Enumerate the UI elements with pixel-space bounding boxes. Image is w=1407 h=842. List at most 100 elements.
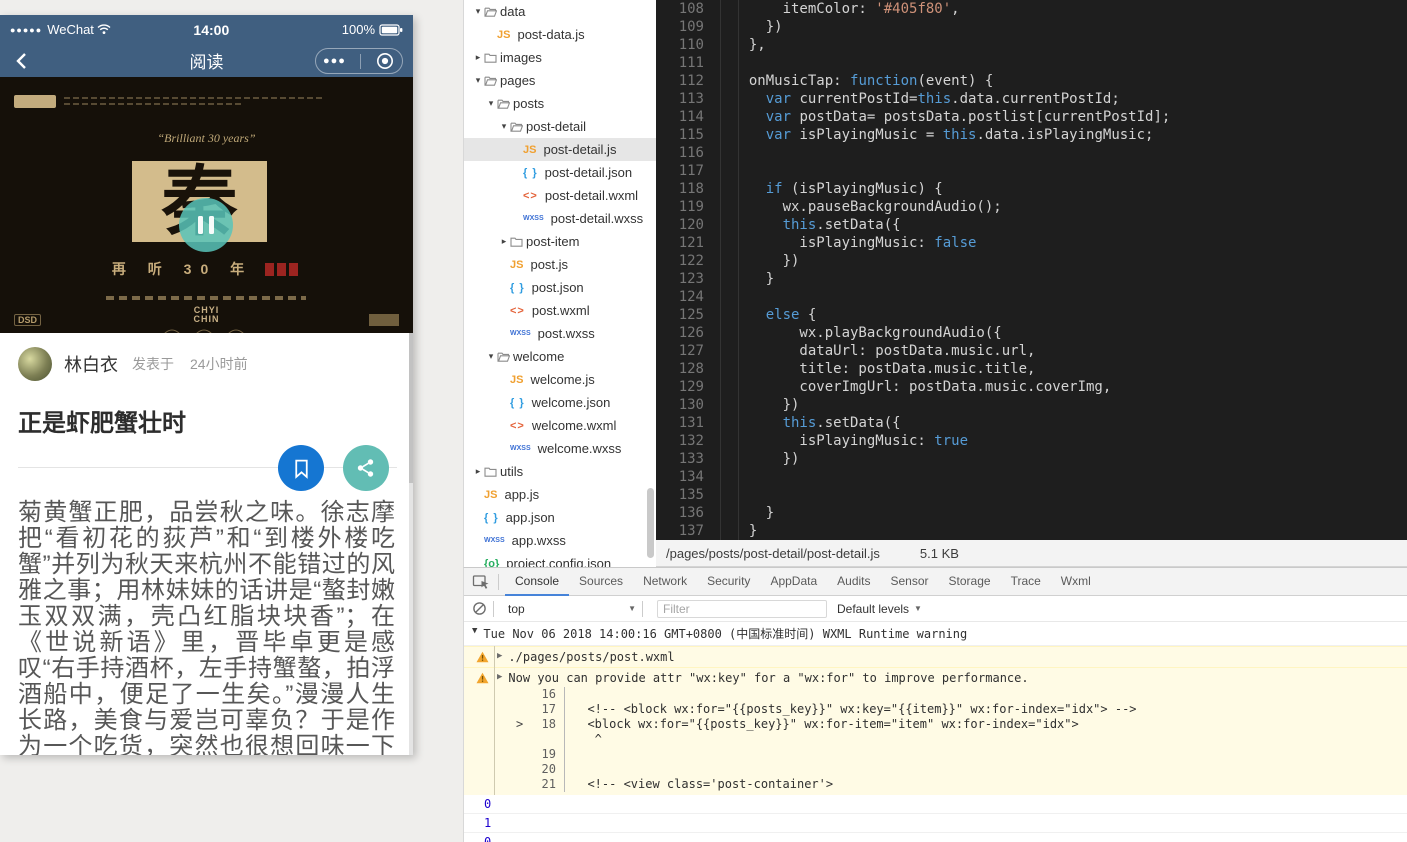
tree-file-app.js[interactable]: JS app.js: [464, 483, 656, 506]
excerpt-line: 17 <!-- <block wx:for="{{posts_key}}" wx…: [541, 702, 1137, 717]
json-file-icon: { }: [523, 166, 538, 179]
folder-icon: [497, 351, 513, 362]
js-file-icon: JS: [510, 373, 524, 386]
tree-file-post-detail.wxml[interactable]: <> post-detail.wxml: [464, 184, 656, 207]
share-button[interactable]: [343, 445, 389, 491]
author-avatar[interactable]: [18, 347, 52, 381]
code-line-116: 116: [656, 144, 1407, 162]
tab-console[interactable]: Console: [505, 568, 570, 596]
expander-closed-icon[interactable]: ▶: [497, 672, 502, 682]
tree-file-post-detail.json[interactable]: { } post-detail.json: [464, 161, 656, 184]
tab-storage[interactable]: Storage: [939, 568, 1001, 596]
author-row: 林白衣 发表于 24小时前: [18, 347, 395, 381]
code-line-113: 113 var currentPostId=this.data.currentP…: [656, 90, 1407, 108]
tree-item-label: welcome.js: [530, 372, 595, 387]
console-filter-input[interactable]: [657, 599, 827, 618]
log-levels-selector[interactable]: Default levels ▼: [837, 602, 922, 616]
tree-item-label: app.wxss: [511, 533, 566, 548]
expander-closed-icon[interactable]: ▶: [497, 651, 502, 661]
tree-file-post-detail.js[interactable]: JS post-detail.js: [464, 138, 656, 161]
code-line-115: 115 var isPlayingMusic = this.data.isPla…: [656, 126, 1407, 144]
expander-open-icon[interactable]: ▼: [472, 626, 477, 636]
tab-appdata[interactable]: AppData: [760, 568, 827, 596]
phone-status-bar: ●●●●● WeChat 14:00 100%: [0, 15, 413, 44]
tab-sensor[interactable]: Sensor: [881, 568, 939, 596]
folder-icon: [484, 75, 500, 86]
line-number: 115: [678, 127, 704, 143]
chevron-down-icon[interactable]: ▾: [485, 98, 497, 109]
chevron-right-icon[interactable]: ▸: [472, 466, 484, 477]
tree-file-welcome.wxml[interactable]: <> welcome.wxml: [464, 414, 656, 437]
phone-scrollbar[interactable]: [409, 333, 413, 755]
tree-folder-images[interactable]: ▸ images: [464, 46, 656, 69]
tree-file-post-data.js[interactable]: JS post-data.js: [464, 23, 656, 46]
tree-file-post.json[interactable]: { } post.json: [464, 276, 656, 299]
chevron-down-icon[interactable]: ▾: [472, 75, 484, 86]
exit-circle-button[interactable]: [375, 51, 395, 71]
clear-console-icon[interactable]: [472, 601, 487, 616]
tab-audits[interactable]: Audits: [827, 568, 880, 596]
code-line-119: 119 wx.pauseBackgroundAudio();: [656, 198, 1407, 216]
code-editor[interactable]: 108 itemColor: '#405f80', 109 }) 110 }, 111…: [656, 0, 1407, 540]
line-number: 122: [678, 253, 704, 269]
tree-file-post.wxml[interactable]: <> post.wxml: [464, 299, 656, 322]
chevron-down-icon[interactable]: ▾: [485, 351, 497, 362]
tree-file-post.wxss[interactable]: WXSS post.wxss: [464, 322, 656, 345]
warning-group: ▶ ./pages/posts/post.wxml ▶ Now you can …: [464, 646, 1407, 795]
tree-file-post-detail.wxss[interactable]: WXSS post-detail.wxss: [464, 207, 656, 230]
chevron-down-icon: ▼: [628, 604, 636, 613]
toolbar-separator: [642, 600, 643, 617]
more-menu-button[interactable]: ●●●: [323, 56, 346, 67]
config-file-icon: {o}: [484, 557, 500, 568]
bookmark-button[interactable]: [278, 445, 324, 491]
console-log-value: 0: [464, 795, 1407, 814]
tree-item-label: post.wxml: [531, 303, 590, 318]
chevron-down-icon[interactable]: ▾: [472, 6, 484, 17]
chevron-down-icon[interactable]: ▾: [498, 121, 510, 132]
tab-sources[interactable]: Sources: [569, 568, 633, 596]
tree-folder-utils[interactable]: ▸ utils: [464, 460, 656, 483]
dsd-logo: DSD: [14, 314, 42, 326]
tree-item-label: post-detail.json: [544, 165, 633, 180]
tree-folder-post-item[interactable]: ▸ post-item: [464, 230, 656, 253]
tree-folder-post-detail[interactable]: ▾ post-detail: [464, 115, 656, 138]
tree-folder-posts[interactable]: ▾ posts: [464, 92, 656, 115]
line-number: 110: [678, 37, 704, 53]
tree-folder-welcome[interactable]: ▾ welcome: [464, 345, 656, 368]
tree-file-project.config.json[interactable]: {o} project.config.json: [464, 552, 656, 567]
tab-trace[interactable]: Trace: [1001, 568, 1051, 596]
tree-folder-data[interactable]: ▾ data: [464, 0, 656, 23]
context-selector[interactable]: top ▼: [508, 602, 636, 616]
code-line-109: 109 }): [656, 18, 1407, 36]
code-line-114: 114 var postData= postsData.postlist[cur…: [656, 108, 1407, 126]
tree-file-welcome.wxss[interactable]: WXSS welcome.wxss: [464, 437, 656, 460]
cover-script-text: “Brilliant 30 years”: [157, 131, 256, 145]
tab-wxml[interactable]: Wxml: [1051, 568, 1101, 596]
tree-file-welcome.js[interactable]: JS welcome.js: [464, 368, 656, 391]
tab-network[interactable]: Network: [633, 568, 697, 596]
line-number: 128: [678, 361, 704, 377]
tree-file-welcome.json[interactable]: { } welcome.json: [464, 391, 656, 414]
chevron-right-icon[interactable]: ▸: [472, 52, 484, 63]
code-line-118: 118 if (isPlayingMusic) {: [656, 180, 1407, 198]
chevron-right-icon[interactable]: ▸: [498, 236, 510, 247]
tree-folder-pages[interactable]: ▾ pages: [464, 69, 656, 92]
tab-security[interactable]: Security: [697, 568, 760, 596]
file-tree-scrollbar[interactable]: [647, 488, 654, 558]
pause-icon: [198, 216, 203, 234]
tree-item-label: welcome: [513, 349, 565, 364]
author-name: 林白衣: [64, 355, 118, 375]
cover-signature-decor: [0, 325, 413, 333]
tree-file-app.json[interactable]: { } app.json: [464, 506, 656, 529]
tree-file-post.js[interactable]: JS post.js: [464, 253, 656, 276]
code-line-123: 123 }: [656, 270, 1407, 288]
battery-percent-label: 100%: [341, 22, 375, 37]
folder-icon: [484, 466, 500, 477]
tree-item-label: post-detail.wxml: [544, 188, 639, 203]
capsule-menu: ●●●: [315, 48, 403, 74]
music-pause-button[interactable]: [179, 198, 233, 252]
tree-file-app.wxss[interactable]: WXSS app.wxss: [464, 529, 656, 552]
inspect-element-icon[interactable]: [472, 573, 490, 590]
line-number: 125: [678, 307, 704, 323]
line-number: 119: [678, 199, 704, 215]
